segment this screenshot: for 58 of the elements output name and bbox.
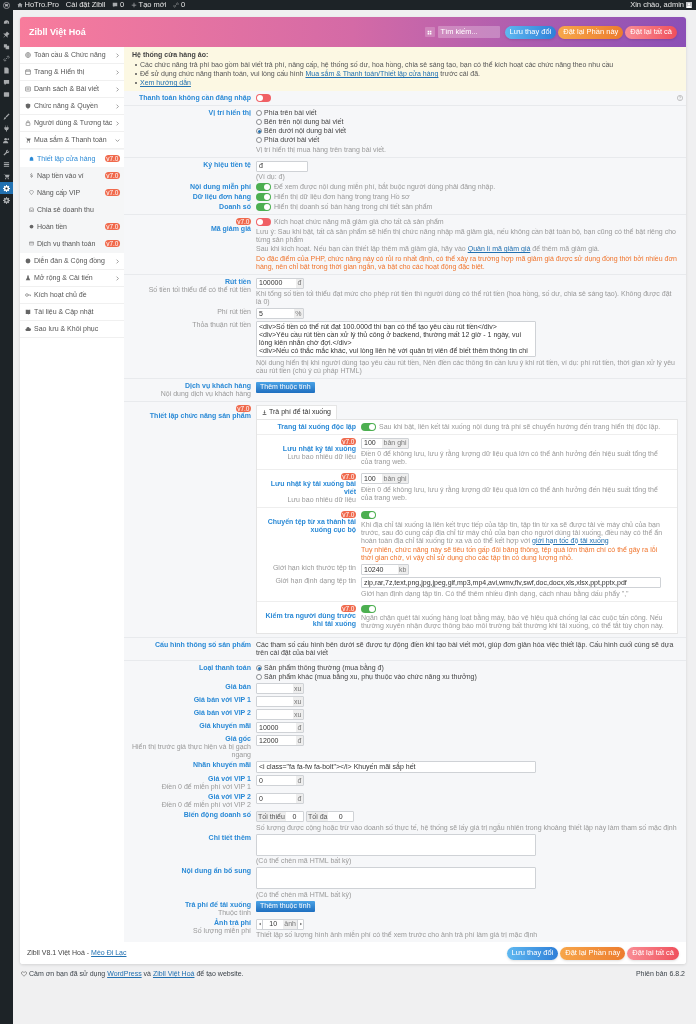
circle-icon xyxy=(25,258,31,264)
tray-icon xyxy=(29,207,34,212)
app-title: Zibll Việt Hoá xyxy=(29,26,86,38)
card-icon xyxy=(29,241,34,246)
calendar-icon xyxy=(25,69,31,75)
download-icon xyxy=(262,409,267,415)
diamond-icon xyxy=(29,190,34,195)
toggle-switch[interactable] xyxy=(256,203,271,211)
grid-icon xyxy=(427,29,433,35)
plug-icon xyxy=(3,124,10,132)
toggle-switch[interactable] xyxy=(256,94,271,102)
page-icon xyxy=(3,66,10,74)
coin-icon xyxy=(29,224,34,229)
sliders-icon xyxy=(3,160,10,168)
radio-button[interactable] xyxy=(256,119,262,125)
shield-icon xyxy=(25,103,31,109)
toggle-switch[interactable] xyxy=(361,422,376,431)
radio-button[interactable] xyxy=(256,674,262,680)
link-icon xyxy=(3,54,10,62)
increment-button[interactable] xyxy=(297,919,303,929)
toggle-switch[interactable] xyxy=(256,218,271,226)
toggle-switch[interactable] xyxy=(361,604,376,613)
menu-item[interactable] xyxy=(0,52,13,64)
globe-icon xyxy=(25,52,31,58)
home-icon xyxy=(17,2,23,8)
cart-icon xyxy=(3,172,10,180)
radio-button[interactable] xyxy=(256,110,262,116)
brush-icon xyxy=(3,112,10,120)
comment-icon xyxy=(112,2,119,8)
link-icon xyxy=(173,2,180,8)
expand-button[interactable] xyxy=(424,27,435,37)
radio-button[interactable] xyxy=(256,137,262,143)
radio-button[interactable] xyxy=(256,665,262,671)
flask-icon xyxy=(25,275,31,281)
heart-icon xyxy=(21,971,27,977)
dashboard-icon xyxy=(3,18,10,26)
menu-item[interactable] xyxy=(0,182,13,194)
avatar-icon xyxy=(686,2,692,8)
cloud-icon xyxy=(25,326,31,332)
wrench-icon xyxy=(3,148,10,156)
decrement-button[interactable] xyxy=(257,919,263,929)
key-icon xyxy=(25,292,31,298)
toggle-switch[interactable] xyxy=(256,193,271,201)
media-icon xyxy=(3,42,10,50)
box-icon xyxy=(3,90,10,98)
cart-icon xyxy=(25,137,31,143)
toggle-switch[interactable] xyxy=(256,183,271,191)
pin-icon xyxy=(3,30,10,38)
settings-icon xyxy=(3,184,10,192)
users-icon xyxy=(3,136,10,144)
wordpress-logo-icon[interactable] xyxy=(3,1,10,9)
dollar-icon xyxy=(29,173,34,178)
toggle-switch[interactable] xyxy=(361,511,376,519)
menu-item[interactable] xyxy=(0,194,13,206)
radio-button[interactable] xyxy=(256,128,262,134)
settings-icon xyxy=(3,196,10,204)
comment-icon xyxy=(3,78,10,86)
list-icon xyxy=(25,86,31,92)
